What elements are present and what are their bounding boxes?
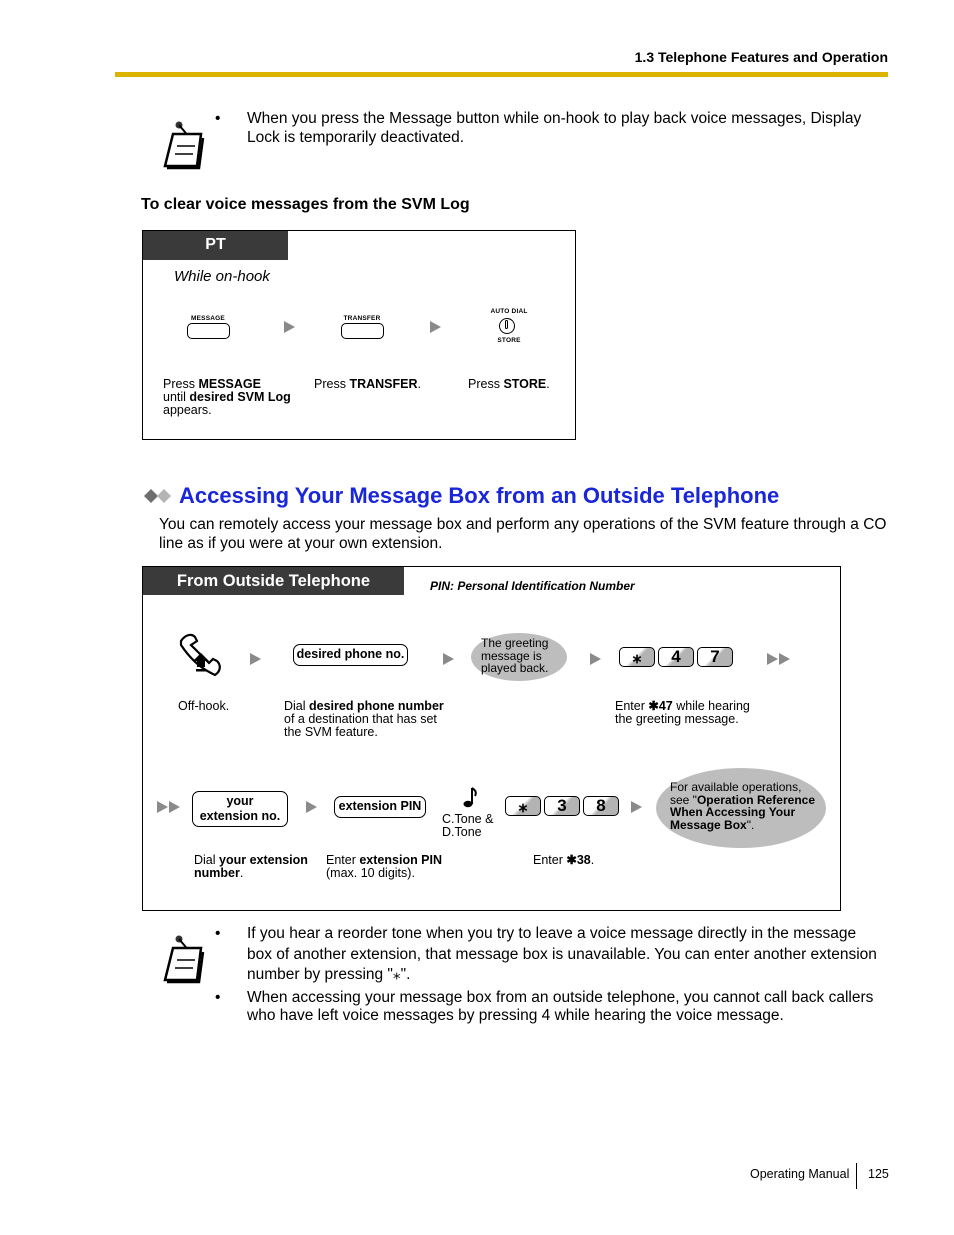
desired-phone-no-key[interactable]: desired phone no. [293, 644, 408, 666]
caption-dial-desired: Dial desired phone number of a destinati… [284, 699, 444, 739]
note-text: When accessing your message box from an … [247, 988, 874, 1025]
star-key[interactable]: ⁎ [619, 647, 655, 667]
step-caption-message: Press MESSAGE until desired SVM Log appe… [163, 377, 291, 417]
note-bullet: • When you press the Message button while… [215, 110, 875, 147]
extension-pin-key[interactable]: extension PIN [334, 796, 426, 818]
note-text: If you hear a reorder tone when you try … [247, 925, 877, 983]
footer-divider [856, 1163, 857, 1189]
double-arrow-icon [767, 653, 790, 665]
off-hook-handset-icon [179, 633, 221, 677]
sub-heading: To clear voice messages from the SVM Log [141, 196, 470, 213]
arrow-icon [590, 653, 601, 665]
note-2: • If you hear a reorder tone when you try… [215, 924, 880, 1026]
note-1: • When you press the Message button while… [215, 110, 875, 147]
bullet-dot: • [215, 988, 221, 1006]
operations-reference-bubble: For available operations, see "Operation… [656, 768, 826, 848]
arrow-icon [250, 653, 261, 665]
page-number: 125 [868, 1167, 889, 1181]
store-label: STORE [497, 337, 521, 344]
transfer-label: TRANSFER [343, 315, 381, 322]
outside-tab: From Outside Telephone [143, 567, 404, 595]
step-caption-store: Press STORE. [468, 377, 550, 391]
bullet-dot: • [215, 925, 221, 942]
note-text: When you press the Message button while … [247, 110, 862, 146]
button-slot [505, 320, 508, 329]
note-pad-icon [163, 121, 205, 170]
key-label-line2: extension no. [199, 809, 281, 823]
keys-star-38: ⁎ 3 8 [505, 796, 619, 816]
key-label-line1: your [226, 794, 254, 808]
arrow-icon [443, 653, 454, 665]
transfer-button[interactable] [341, 323, 384, 339]
message-button[interactable] [187, 323, 230, 339]
pt-procedure-box: PT While on-hook MESSAGE TRANSFER AUTO D… [142, 230, 576, 440]
key-7[interactable]: 7 [697, 647, 733, 667]
note-pad-icon [163, 935, 205, 984]
keys-star-47: ⁎ 4 7 [619, 647, 733, 667]
section-intro: You can remotely access your message box… [159, 516, 887, 552]
arrow-icon [430, 321, 441, 333]
outside-procedure-box: From Outside Telephone PIN: Personal Ide… [142, 566, 841, 911]
double-arrow-icon [157, 801, 180, 813]
header-rule [115, 72, 888, 77]
key-4[interactable]: 4 [658, 647, 694, 667]
arrow-icon [284, 321, 295, 333]
caption-dial-extension: Dial your extension number. [194, 853, 308, 880]
diamonds-icon [144, 489, 171, 503]
section-title: Accessing Your Message Box from an Outsi… [179, 483, 780, 508]
bullet-dot: • [215, 110, 221, 127]
your-extension-no-key[interactable]: your extension no. [192, 791, 288, 827]
key-8[interactable]: 8 [583, 796, 619, 816]
auto-dial-label: AUTO DIAL [490, 308, 528, 315]
greeting-bubble: The greeting message is played back. [471, 633, 567, 681]
section-header-title: 1.3 Telephone Features and Operation [634, 49, 888, 65]
pt-tab: PT [143, 231, 288, 260]
tone-label: C.Tone & D.Tone [442, 812, 494, 839]
footer-label: Operating Manual [750, 1167, 850, 1181]
note-bullet: • If you hear a reorder tone when you try… [215, 924, 880, 986]
message-label: MESSAGE [191, 315, 225, 322]
star-key[interactable]: ⁎ [505, 796, 541, 816]
caption-enter-38: Enter ✱38. [533, 853, 595, 867]
auto-dial-store-button[interactable] [499, 318, 515, 334]
arrow-icon [306, 801, 317, 813]
caption-enter-pin: Enter extension PIN (max. 10 digits). [326, 853, 443, 880]
caption-enter-47: Enter ✱47 while hearing the greeting mes… [615, 699, 750, 726]
tone-note-icon [463, 787, 477, 808]
pin-note: PIN: Personal Identification Number [430, 579, 635, 593]
key-3[interactable]: 3 [544, 796, 580, 816]
note-bullet: • When accessing your message box from an… [215, 989, 880, 1026]
step-caption-transfer: Press TRANSFER. [314, 377, 421, 391]
condition-label: While on-hook [174, 268, 270, 285]
caption-off-hook: Off-hook. [178, 699, 230, 713]
arrow-icon [631, 801, 642, 813]
